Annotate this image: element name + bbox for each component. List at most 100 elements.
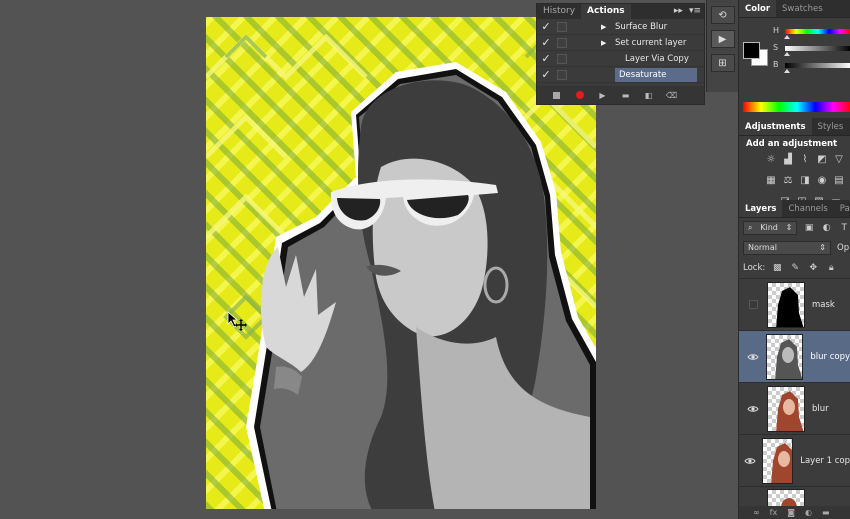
lock-row: Lock: ▩ ✎ ✥ 🔒︎ [739, 258, 850, 278]
add-mask-icon[interactable]: ◙ [787, 508, 795, 517]
new-group-icon[interactable]: ▬ [822, 508, 830, 517]
eye-icon[interactable] [739, 353, 766, 361]
stop-icon[interactable] [551, 90, 562, 101]
layer-row-layer-1-copy[interactable]: Layer 1 cop [739, 434, 850, 486]
slider-label: B [773, 60, 779, 69]
blend-mode-value: Normal [748, 243, 777, 252]
expand-triangle-icon[interactable]: ▶ [601, 23, 611, 31]
lock-pixels-icon[interactable]: ✎ [789, 262, 801, 274]
exposure-icon[interactable]: ◩ [816, 154, 828, 166]
action-row-set-current-layer[interactable]: ✓ ▶ Set current layer [537, 35, 704, 51]
eye-icon[interactable] [739, 457, 762, 465]
record-icon[interactable] [574, 90, 585, 101]
tab-styles[interactable]: Styles [812, 118, 850, 135]
folder-icon[interactable]: ▬ [620, 90, 631, 101]
chevron-down-icon: ⇕ [785, 223, 793, 232]
filter-type-icon[interactable]: T [838, 222, 850, 234]
vibrance-icon[interactable]: ▽ [833, 154, 845, 166]
lock-position-icon[interactable]: ✥ [807, 262, 819, 274]
collapsed-panel-column: ⟲ ▶ ⊞ [706, 0, 738, 92]
layer-name: blur [812, 403, 829, 414]
layer-thumbnail [766, 333, 804, 380]
layer-row-blur-copy[interactable]: blur copy [739, 330, 850, 382]
adjustment-icons-row-2: ▦ ⚖ ◨ ◉ ▤ [739, 173, 850, 187]
color-spectrum[interactable] [743, 102, 850, 112]
lock-transparency-icon[interactable]: ▩ [771, 262, 783, 274]
actions-panel-icon[interactable]: ▶ [710, 30, 735, 48]
play-icon[interactable]: ▶ [597, 90, 608, 101]
saturation-slider[interactable]: S [773, 43, 850, 57]
slider-label: S [773, 43, 779, 52]
tab-swatches[interactable]: Swatches [776, 0, 829, 17]
blend-mode-row: Normal ⇕ Op [739, 238, 850, 258]
eye-icon[interactable] [739, 405, 767, 413]
dialog-toggle[interactable] [557, 21, 567, 32]
tab-color[interactable]: Color [739, 0, 777, 17]
check-icon[interactable]: ✓ [537, 52, 555, 65]
tab-history[interactable]: History [537, 4, 581, 19]
levels-icon[interactable]: ▟ [782, 154, 794, 166]
search-icon: ⌕ [748, 223, 753, 232]
dialog-toggle[interactable] [557, 53, 567, 64]
brightness-slider[interactable]: B [773, 60, 850, 74]
adjustments-panel-tabs: Adjustments Styles [739, 118, 850, 136]
filter-adjustment-icon[interactable]: ◐ [821, 222, 833, 234]
layer-filter-row: ⌕ Kind ⇕ ▣ ◐ T [739, 218, 850, 238]
tab-adjustments[interactable]: Adjustments [739, 118, 812, 135]
filter-kind-select[interactable]: ⌕ Kind ⇕ [743, 221, 798, 235]
layer-style-icon[interactable]: fx [770, 508, 778, 517]
photo-filter-icon[interactable]: ◉ [816, 175, 828, 187]
adjustment-icons-row-1: ☼ ▟ ⌇ ◩ ▽ [739, 152, 850, 166]
visibility-toggle[interactable] [739, 300, 767, 309]
lock-all-icon[interactable]: 🔒︎ [825, 262, 837, 274]
action-row-layer-via-copy[interactable]: ✓ Layer Via Copy [537, 51, 704, 67]
filter-kind-label: Kind [760, 223, 778, 232]
brightness-contrast-icon[interactable]: ☼ [765, 154, 777, 166]
trash-icon[interactable]: ⌫ [666, 90, 677, 101]
new-adjustment-icon[interactable]: ◐ [805, 508, 812, 517]
dialog-toggle[interactable] [557, 69, 567, 80]
foreground-color-swatch[interactable] [743, 42, 760, 59]
check-icon[interactable]: ✓ [537, 68, 555, 81]
color-panel: H S B [739, 18, 850, 118]
layers-panel: Layers Channels Paths ⌕ Kind ⇕ ▣ ◐ T Nor… [739, 200, 850, 519]
tab-actions[interactable]: Actions [581, 4, 631, 19]
layers-footer: ∞ fx ◙ ◐ ▬ [739, 506, 850, 519]
hue-saturation-icon[interactable]: ▦ [765, 175, 777, 187]
dialog-toggle[interactable] [557, 37, 567, 48]
layer-thumbnail [767, 385, 805, 432]
check-icon[interactable]: ✓ [537, 20, 555, 33]
new-action-icon[interactable]: ◧ [643, 90, 654, 101]
color-panel-tabs: Color Swatches [739, 0, 850, 18]
blend-mode-select[interactable]: Normal ⇕ [743, 241, 831, 255]
layer-thumbnail [761, 437, 794, 484]
actions-footer: ▶ ▬ ◧ ⌫ [537, 86, 704, 104]
curves-icon[interactable]: ⌇ [799, 154, 811, 166]
expand-triangle-icon[interactable]: ▶ [601, 39, 611, 47]
actions-panel: History Actions ▸▸ ▾≡ ✓ ▶ Surface Blur ✓… [536, 3, 705, 105]
collapse-panel-icon[interactable]: ▸▸ [674, 6, 683, 16]
right-dock: Color Swatches H S B Adjustments Styles … [738, 0, 850, 519]
opacity-label: Op [837, 243, 850, 253]
color-balance-icon[interactable]: ⚖ [782, 175, 794, 187]
properties-panel-icon[interactable]: ⊞ [710, 54, 735, 72]
history-panel-icon[interactable]: ⟲ [710, 6, 735, 24]
filter-pixel-icon[interactable]: ▣ [803, 222, 815, 234]
black-white-icon[interactable]: ◨ [799, 175, 811, 187]
tab-paths[interactable]: Paths [834, 200, 850, 217]
action-row-surface-blur[interactable]: ✓ ▶ Surface Blur [537, 19, 704, 35]
tab-layers[interactable]: Layers [739, 200, 783, 217]
layer-row-blur[interactable]: blur [739, 382, 850, 434]
layer-row-mask[interactable]: mask [739, 278, 850, 330]
channel-mixer-icon[interactable]: ▤ [833, 175, 845, 187]
link-layers-icon[interactable]: ∞ [753, 508, 760, 517]
tab-channels[interactable]: Channels [782, 200, 833, 217]
lock-label: Lock: [743, 263, 766, 273]
hue-slider[interactable]: H [773, 26, 850, 40]
action-row-desaturate[interactable]: ✓ Desaturate [537, 67, 704, 83]
panel-menu-icon[interactable]: ▾≡ [689, 6, 701, 16]
slider-label: H [773, 26, 780, 35]
move-cursor-icon [227, 311, 247, 331]
check-icon[interactable]: ✓ [537, 36, 555, 49]
panel-controls: ▸▸ ▾≡ [674, 6, 701, 16]
